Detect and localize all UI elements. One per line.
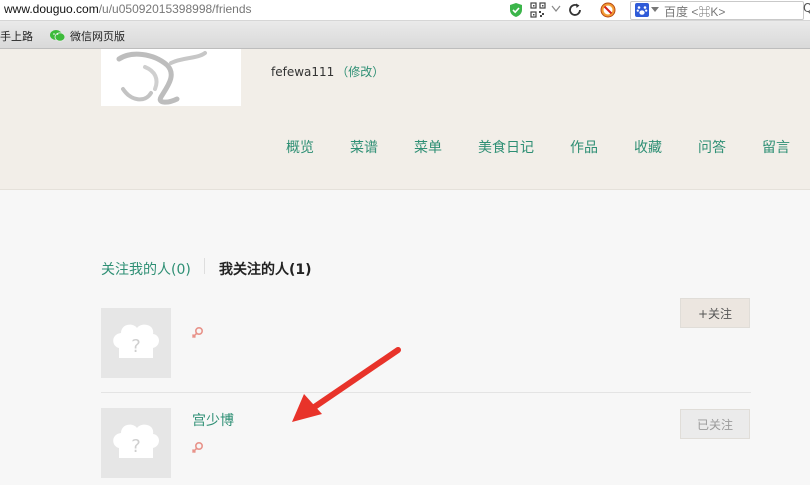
nav-item-overview[interactable]: 概览 (286, 137, 314, 157)
edit-profile-link[interactable]: （修改） (336, 65, 384, 79)
svg-text:?: ? (131, 436, 141, 457)
search-icon[interactable]: Q (803, 1, 810, 15)
list-item: ? +关注 (101, 298, 751, 393)
reload-icon[interactable] (567, 2, 583, 18)
following-button[interactable]: 已关注 (680, 409, 750, 439)
nav-item-messages[interactable]: 留言 (762, 137, 790, 157)
chevron-down-icon[interactable] (551, 5, 561, 13)
user-name-link[interactable]: 宫少博 (192, 410, 234, 430)
qr-code-icon[interactable] (530, 2, 546, 18)
avatar[interactable]: ? (101, 408, 171, 478)
nav-item-favorites[interactable]: 收藏 (634, 137, 662, 157)
tab-divider (204, 258, 205, 274)
nav-item-works[interactable]: 作品 (570, 137, 598, 157)
adblock-icon[interactable] (600, 2, 616, 18)
chevron-down-icon[interactable] (651, 7, 659, 13)
avatar[interactable]: ? (101, 308, 171, 378)
chef-hat-placeholder-icon: ? (113, 424, 159, 458)
search-box[interactable]: 百度 <⌘K> (630, 1, 804, 20)
wechat-icon (50, 30, 65, 42)
tab-following[interactable]: 我关注的人(1) (219, 259, 312, 279)
chef-hat-placeholder-icon: ? (113, 324, 159, 358)
username: fefewa111 (271, 65, 335, 79)
search-placeholder: 百度 <⌘K> (664, 5, 726, 19)
shield-icon[interactable] (508, 2, 524, 18)
browser-address-bar: www.douguo.com/u/u05092015398998/friends (0, 0, 810, 21)
tab-followers[interactable]: 关注我的人(0) (101, 259, 191, 279)
bookmarks-bar: 手上路 微信网页版 (0, 21, 810, 49)
nav-item-recipes[interactable]: 菜谱 (350, 137, 378, 157)
address-url[interactable]: www.douguo.com/u/u05092015398998/friends (4, 2, 252, 16)
profile-avatar[interactable] (101, 49, 241, 106)
profile-header: fefewa111 （修改） 概览 菜谱 菜单 美食日记 作品 收藏 问答 留言 (0, 49, 810, 190)
nav-item-food-diary[interactable]: 美食日记 (478, 137, 534, 157)
baidu-paw-icon[interactable] (635, 3, 649, 17)
female-gender-icon (191, 326, 204, 339)
list-item: ? 宫少博 已关注 (101, 393, 751, 485)
url-path: /u/u05092015398998/friends (98, 2, 252, 16)
bookmark-item[interactable]: 手上路 (0, 28, 33, 44)
nav-item-menus[interactable]: 菜单 (414, 137, 442, 157)
avatar-illustration-icon (116, 51, 207, 105)
url-host: www.douguo.com (4, 2, 99, 16)
bookmark-label: 微信网页版 (70, 30, 125, 43)
svg-text:?: ? (131, 336, 141, 357)
bookmark-item-wechat[interactable]: 微信网页版 (50, 28, 125, 44)
follow-button[interactable]: +关注 (680, 298, 750, 328)
female-gender-icon (191, 441, 204, 454)
annotation-arrow-icon (292, 347, 401, 422)
username-line: fefewa111 （修改） (271, 63, 384, 80)
nav-item-qa[interactable]: 问答 (698, 137, 726, 157)
